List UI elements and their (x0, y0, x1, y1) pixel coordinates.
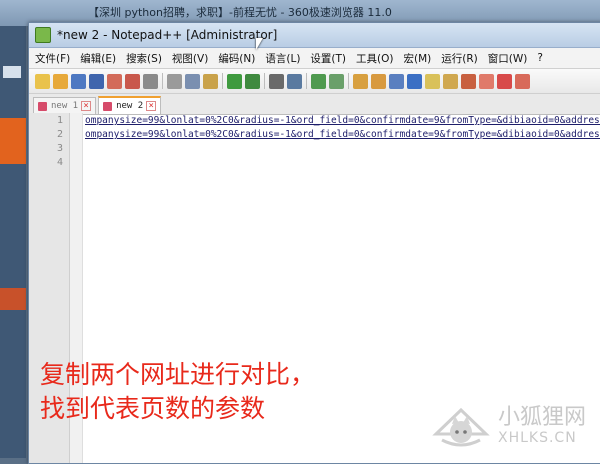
code-line[interactable] (85, 143, 600, 157)
file-icon (38, 101, 47, 111)
redo-icon[interactable] (245, 73, 260, 89)
tab-new-2[interactable]: new 2 × (98, 96, 162, 114)
file-icon (103, 101, 113, 111)
menu-settings[interactable]: 设置(T) (310, 51, 346, 66)
line-number: 3 (56, 143, 63, 154)
watermark-cn: 小狐狸网 (497, 405, 586, 430)
code-line[interactable] (85, 157, 600, 171)
new-file-icon[interactable] (35, 73, 50, 89)
line-number: 4 (56, 157, 63, 168)
undo-icon[interactable] (227, 73, 242, 89)
save-icon[interactable] (71, 73, 86, 89)
caption-line-1: 复制两个网址进行对比， (40, 360, 316, 389)
tutorial-caption: 复制两个网址进行对比， 找到代表页数的参数 (40, 358, 315, 426)
caption-line-2: 找到代表页数的参数 (40, 394, 266, 423)
window-title: *new 2 - Notepad++ [Administrator] (57, 28, 278, 42)
open-file-icon[interactable] (53, 73, 68, 89)
indent-guide-icon[interactable] (425, 73, 440, 89)
playback-icon[interactable] (515, 73, 530, 89)
menu-tools[interactable]: 工具(O) (356, 51, 393, 66)
tab-new-1[interactable]: new 1 × (33, 97, 97, 114)
show-all-chars-icon[interactable] (407, 73, 422, 89)
save-all-icon[interactable] (89, 73, 104, 89)
notepad-title-bar[interactable]: *new 2 - Notepad++ [Administrator] (29, 23, 600, 48)
function-list-icon[interactable] (461, 73, 476, 89)
record-macro-icon[interactable] (479, 73, 494, 89)
toolbar (29, 69, 600, 94)
menu-window[interactable]: 窗口(W) (488, 51, 528, 66)
close-icon[interactable]: × (81, 101, 92, 111)
mouse-cursor-icon (256, 38, 263, 50)
background-browser-title: 【深圳 python招聘，求职】-前程无忧 - 360极速浏览器 11.0 (88, 6, 392, 19)
file-tabs: new 1 × new 2 × (29, 94, 600, 115)
background-left-strip (0, 26, 26, 458)
cut-icon[interactable] (167, 73, 182, 89)
doc-map-icon[interactable] (443, 73, 458, 89)
close-file-icon[interactable] (107, 73, 122, 89)
find-icon[interactable] (269, 73, 284, 89)
menu-run[interactable]: 运行(R) (441, 51, 478, 66)
notepad-app-icon (35, 27, 51, 43)
sync-vertical-icon[interactable] (353, 73, 368, 89)
print-icon[interactable] (143, 73, 158, 89)
copy-icon[interactable] (185, 73, 200, 89)
menu-file[interactable]: 文件(F) (35, 51, 70, 66)
menu-edit[interactable]: 编辑(E) (80, 51, 116, 66)
stop-record-icon[interactable] (497, 73, 512, 89)
replace-icon[interactable] (287, 73, 302, 89)
tab-label: new 1 (51, 101, 79, 111)
menu-view[interactable]: 视图(V) (172, 51, 208, 66)
line-number: 1 (56, 115, 63, 126)
sync-horizontal-icon[interactable] (371, 73, 386, 89)
line-number: 2 (56, 129, 63, 140)
word-wrap-icon[interactable] (389, 73, 404, 89)
menu-encoding[interactable]: 编码(N) (218, 51, 255, 66)
menu-bar: 文件(F) 编辑(E) 搜索(S) 视图(V) 编码(N) 语言(L) 设置(T… (29, 48, 600, 69)
zoom-in-icon[interactable] (311, 73, 326, 89)
menu-help[interactable]: ? (537, 52, 543, 64)
fox-logo-icon (432, 407, 490, 447)
menu-search[interactable]: 搜索(S) (126, 51, 162, 66)
code-line[interactable]: ompanysize=99&lonlat=0%2C0&radius=-1&ord… (85, 115, 600, 129)
tab-label: new 2 (116, 101, 144, 111)
close-icon[interactable]: × (146, 101, 157, 111)
menu-language[interactable]: 语言(L) (265, 51, 300, 66)
paste-icon[interactable] (203, 73, 218, 89)
zoom-out-icon[interactable] (329, 73, 344, 89)
watermark-en: XHLKS.CN (497, 430, 577, 446)
menu-macro[interactable]: 宏(M) (404, 51, 432, 66)
watermark: 小狐狸网 XHLKS.CN (430, 404, 586, 448)
close-all-icon[interactable] (125, 73, 140, 89)
code-line[interactable]: ompanysize=99&lonlat=0%2C0&radius=-1&ord… (85, 129, 600, 143)
